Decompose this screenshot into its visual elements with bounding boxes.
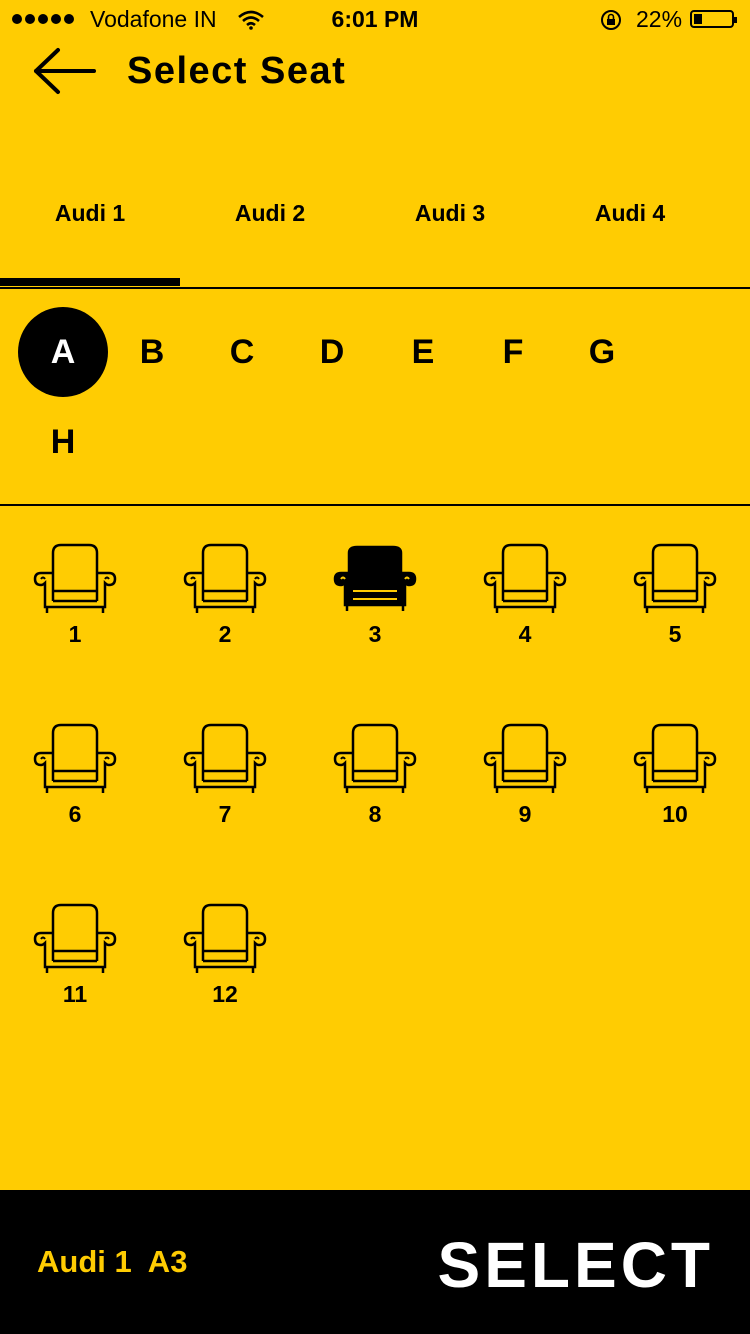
seat-3[interactable]: 3 xyxy=(300,543,450,663)
armchair-icon xyxy=(483,543,567,613)
row-a[interactable]: A xyxy=(18,307,108,397)
seat-number: 4 xyxy=(518,621,532,647)
seat-number: 2 xyxy=(218,621,232,647)
seat-number: 12 xyxy=(212,981,238,1007)
tab-audi-1[interactable]: Audi 1 xyxy=(0,200,180,227)
seat-number: 1 xyxy=(68,621,82,647)
back-arrow-icon[interactable] xyxy=(32,46,98,96)
seat-number: 3 xyxy=(368,621,382,647)
divider xyxy=(0,504,750,506)
armchair-icon xyxy=(33,543,117,613)
seat-number: 8 xyxy=(368,801,382,827)
seat-1[interactable]: 1 xyxy=(0,543,150,663)
seat-2[interactable]: 2 xyxy=(150,543,300,663)
seat-5[interactable]: 5 xyxy=(600,543,750,663)
row-c[interactable]: C xyxy=(197,307,287,397)
seat-number: 10 xyxy=(662,801,688,827)
seat-12[interactable]: 12 xyxy=(150,903,300,1023)
seat-number: 6 xyxy=(68,801,82,827)
armchair-icon xyxy=(33,903,117,973)
tab-audi-2[interactable]: Audi 2 xyxy=(180,200,360,227)
battery-icon xyxy=(690,10,737,28)
armchair-icon xyxy=(633,723,717,793)
seat-7[interactable]: 7 xyxy=(150,723,300,843)
auditorium-tabs: Audi 1 Audi 2 Audi 3 Audi 4 xyxy=(0,170,750,290)
status-bar: Vodafone IN 6:01 PM 22% xyxy=(0,0,750,40)
row-h[interactable]: H xyxy=(18,397,108,487)
seat-4[interactable]: 4 xyxy=(450,543,600,663)
seat-number: 9 xyxy=(518,801,532,827)
battery-percentage: 22% xyxy=(636,6,683,32)
armchair-icon xyxy=(33,723,117,793)
tab-audi-3[interactable]: Audi 3 xyxy=(360,200,540,227)
rotation-lock-icon xyxy=(601,10,621,30)
row-f[interactable]: F xyxy=(468,307,558,397)
row-d[interactable]: D xyxy=(287,307,377,397)
row-g[interactable]: G xyxy=(557,307,647,397)
seat-8[interactable]: 8 xyxy=(300,723,450,843)
divider xyxy=(0,287,750,289)
armchair-icon xyxy=(333,723,417,793)
row-b[interactable]: B xyxy=(107,307,197,397)
seat-number: 7 xyxy=(218,801,232,827)
armchair-selected-icon xyxy=(333,545,417,611)
tab-audi-4[interactable]: Audi 4 xyxy=(540,200,720,227)
seat-number: 5 xyxy=(668,621,682,647)
armchair-icon xyxy=(183,723,267,793)
seat-10[interactable]: 10 xyxy=(600,723,750,843)
seat-9[interactable]: 9 xyxy=(450,723,600,843)
armchair-icon xyxy=(633,543,717,613)
bottom-bar: Audi 1 A3 SELECT xyxy=(0,1190,750,1334)
active-tab-indicator xyxy=(0,278,180,286)
selected-seat-summary: Audi 1 A3 xyxy=(37,1244,188,1279)
seat-number: 11 xyxy=(62,981,88,1007)
armchair-icon xyxy=(483,723,567,793)
seat-11[interactable]: 11 xyxy=(0,903,150,1023)
page-title: Select Seat xyxy=(127,50,347,92)
armchair-icon xyxy=(183,903,267,973)
seat-6[interactable]: 6 xyxy=(0,723,150,843)
armchair-icon xyxy=(183,543,267,613)
select-button[interactable]: SELECT xyxy=(438,1228,714,1302)
row-e[interactable]: E xyxy=(378,307,468,397)
